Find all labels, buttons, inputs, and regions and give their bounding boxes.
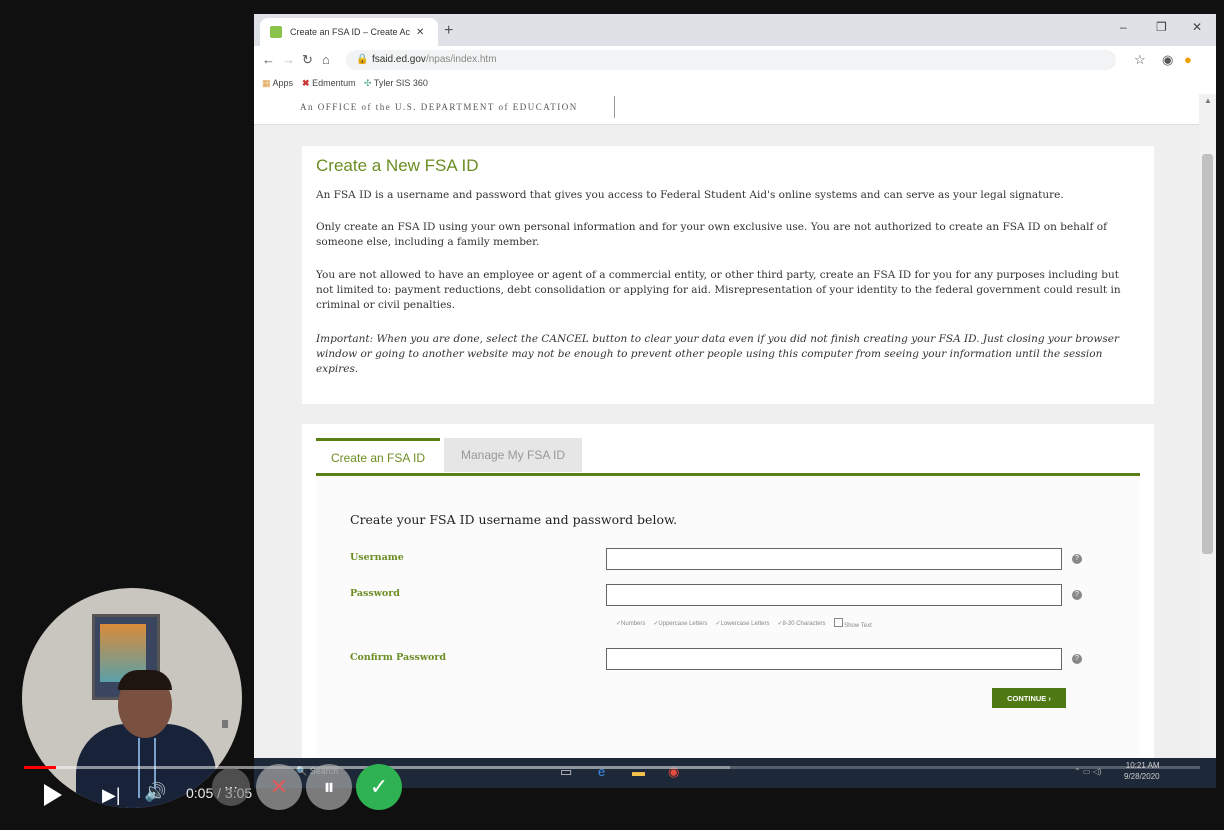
video-progress-bar[interactable] xyxy=(24,766,1200,769)
req-lowercase: ✓Lowercase Letters xyxy=(715,621,770,627)
accept-check-button[interactable]: ✓ xyxy=(356,764,402,810)
reject-button[interactable]: ✕ xyxy=(256,764,302,810)
tyler-icon: ✣ xyxy=(364,78,372,88)
continue-button[interactable]: CONTINUE › xyxy=(992,688,1066,708)
minimize-button[interactable]: – xyxy=(1120,20,1127,34)
webcam-overlay xyxy=(22,588,242,808)
password-label: Password xyxy=(350,588,400,599)
maximize-button[interactable]: ❐ xyxy=(1156,20,1167,34)
important-notice: Important: When you are done, select the… xyxy=(316,333,1119,375)
tab-strip: Create an FSA ID – Create Accou ✕ + – ❐ … xyxy=(254,14,1216,46)
office-tagline: An OFFICE of the U.S. DEPARTMENT of EDUC… xyxy=(300,102,578,112)
confirm-password-label: Confirm Password xyxy=(350,652,446,663)
tab-title: Create an FSA ID – Create Accou xyxy=(290,27,410,37)
apps-grid-icon: ▦ xyxy=(262,78,271,88)
bookmarks-bar: ▦ Apps ✖ Edmentum ✣ Tyler SIS 360 xyxy=(254,74,1216,95)
reload-icon[interactable]: ↻ xyxy=(302,52,313,68)
bookmark-tyler[interactable]: ✣ Tyler SIS 360 xyxy=(364,78,428,89)
intro-panel: Create a New FSA ID An FSA ID is a usern… xyxy=(302,146,1154,404)
volume-icon[interactable]: 🔊 xyxy=(144,782,166,803)
req-uppercase: ✓Uppercase Letters xyxy=(653,621,708,627)
taskbar-clock[interactable]: 10:21 AM 9/28/2020 xyxy=(1124,760,1160,782)
close-window-button[interactable]: ✕ xyxy=(1192,20,1202,34)
new-tab-button[interactable]: + xyxy=(444,22,453,40)
username-label: Username xyxy=(350,552,404,563)
tab-create-fsa-id[interactable]: Create an FSA ID xyxy=(316,438,440,475)
page-content: An OFFICE of the U.S. DEPARTMENT of EDUC… xyxy=(254,94,1199,758)
forward-arrow-icon[interactable]: → xyxy=(282,52,295,67)
scrollbar-thumb[interactable] xyxy=(1202,154,1213,554)
page-title: Create a New FSA ID xyxy=(316,156,479,175)
show-text-checkbox[interactable] xyxy=(833,618,843,627)
tab-manage-fsa-id[interactable]: Manage My FSA ID xyxy=(444,438,582,472)
password-requirements: ✓Numbers ✓Uppercase Letters ✓Lowercase L… xyxy=(616,618,872,629)
confirm-password-help-icon[interactable]: ? xyxy=(1072,654,1082,664)
confirm-password-input[interactable] xyxy=(606,648,1062,670)
pause-button[interactable]: ⏸ xyxy=(306,764,352,810)
played-bar xyxy=(24,766,56,769)
intro-paragraph-3: You are not allowed to have an employee … xyxy=(316,269,1121,311)
intro-paragraph-1: An FSA ID is a username and password tha… xyxy=(316,189,1064,201)
username-help-icon[interactable]: ? xyxy=(1072,554,1082,564)
req-length: ✓8-30 Characters xyxy=(777,621,826,627)
home-icon[interactable]: ⌂ xyxy=(322,52,330,67)
username-input[interactable] xyxy=(606,548,1062,570)
address-bar[interactable]: 🔒 fsaid.ed.gov/npas/index.htm xyxy=(346,50,1116,70)
url-text: fsaid.ed.gov/npas/index.htm xyxy=(372,54,497,65)
scroll-up-arrow-icon[interactable]: ▲ xyxy=(1204,96,1212,105)
browser-tab[interactable]: Create an FSA ID – Create Accou ✕ xyxy=(260,18,438,46)
more-options-button[interactable]: ⋯ xyxy=(212,768,250,806)
intro-paragraph-2: Only create an FSA ID using your own per… xyxy=(316,221,1107,248)
password-input[interactable] xyxy=(606,584,1062,606)
edmentum-icon: ✖ xyxy=(302,78,310,88)
profile-icon[interactable]: ◉ xyxy=(1162,52,1173,68)
presenter-hair xyxy=(118,670,172,690)
password-help-icon[interactable]: ? xyxy=(1072,590,1082,600)
req-numbers: ✓Numbers xyxy=(616,621,646,627)
fsa-favicon-icon xyxy=(270,26,282,38)
play-button[interactable] xyxy=(44,784,62,806)
create-form: Create your FSA ID username and password… xyxy=(316,476,1140,758)
lock-icon: 🔒 xyxy=(356,54,369,65)
header-divider xyxy=(614,96,615,118)
bookmark-star-icon[interactable]: ☆ xyxy=(1134,52,1146,68)
video-player[interactable]: Create an FSA ID – Create Accou ✕ + – ❐ … xyxy=(0,0,1224,830)
fsa-form-panel: Create an FSA ID Manage My FSA ID Create… xyxy=(302,424,1154,758)
bookmark-edmentum[interactable]: ✖ Edmentum xyxy=(302,78,356,89)
close-tab-icon[interactable]: ✕ xyxy=(416,27,424,38)
form-heading: Create your FSA ID username and password… xyxy=(350,512,678,527)
site-header: An OFFICE of the U.S. DEPARTMENT of EDUC… xyxy=(254,94,1199,125)
browser-toolbar: ← → ↻ ⌂ 🔒 fsaid.ed.gov/npas/index.htm ☆ … xyxy=(254,46,1216,74)
show-text-toggle[interactable]: Show Text xyxy=(833,618,872,629)
update-alert-icon[interactable]: ● xyxy=(1184,52,1192,67)
light-switch xyxy=(222,720,228,728)
clock-date: 9/28/2020 xyxy=(1124,772,1160,781)
page-scrollbar[interactable]: ▲ xyxy=(1199,94,1216,758)
bookmark-apps[interactable]: ▦ Apps xyxy=(262,78,293,89)
next-video-button[interactable]: ▶| xyxy=(102,784,121,806)
back-arrow-icon[interactable]: ← xyxy=(262,52,275,67)
browser-window: Create an FSA ID – Create Accou ✕ + – ❐ … xyxy=(254,14,1216,758)
